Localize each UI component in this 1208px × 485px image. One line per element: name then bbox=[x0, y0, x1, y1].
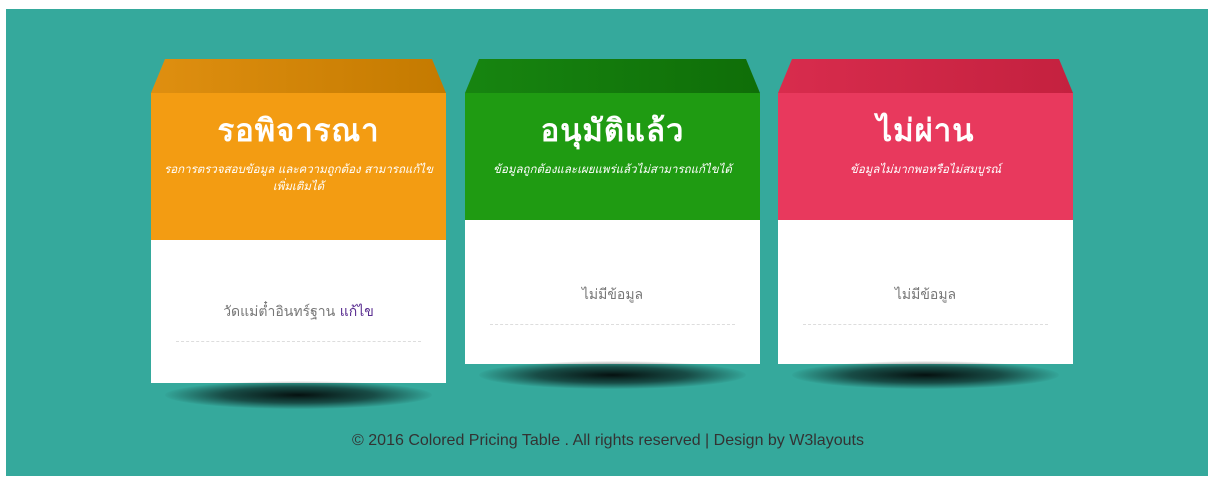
card-header: อนุมัติแล้ว ข้อมูลถูกต้องและเผยแพร่แล้วไ… bbox=[465, 93, 760, 220]
card-body: ไม่มีข้อมูล bbox=[778, 220, 1073, 364]
card-shadow bbox=[792, 361, 1059, 389]
card-shadow bbox=[479, 361, 746, 389]
card-title: อนุมัติแล้ว bbox=[540, 113, 685, 149]
card-roof bbox=[465, 59, 760, 93]
card-shadow bbox=[165, 381, 432, 409]
item-text: ไม่มีข้อมูล bbox=[581, 287, 644, 303]
card-approved: อนุมัติแล้ว ข้อมูลถูกต้องและเผยแพร่แล้วไ… bbox=[465, 59, 760, 389]
list-item: ไม่มีข้อมูล bbox=[778, 284, 1073, 324]
card-title: ไม่ผ่าน bbox=[876, 113, 975, 149]
item-text: ไม่มีข้อมูล bbox=[894, 287, 957, 303]
footer-copyright: © 2016 Colored Pricing Table . All right… bbox=[352, 432, 864, 449]
divider bbox=[176, 341, 421, 342]
card-roof bbox=[778, 59, 1073, 93]
card-body: วัดแม่ต๋ำอินทร์ฐาน แก้ไข bbox=[151, 240, 446, 383]
list-item: วัดแม่ต๋ำอินทร์ฐาน แก้ไข bbox=[151, 301, 446, 341]
card-title: รอพิจารณา bbox=[217, 113, 380, 149]
item-text: วัดแม่ต๋ำอินทร์ฐาน bbox=[223, 304, 336, 320]
card-pending: รอพิจารณา รอการตรวจสอบข้อมูล และความถูกต… bbox=[151, 59, 446, 409]
card-header: ไม่ผ่าน ข้อมูลไม่มากพอหรือไม่สมบูรณ์ bbox=[778, 93, 1073, 220]
card-description: ข้อมูลถูกต้องและเผยแพร่แล้วไม่สามารถแก้ไ… bbox=[493, 162, 732, 176]
card-header: รอพิจารณา รอการตรวจสอบข้อมูล และความถูกต… bbox=[151, 93, 446, 240]
card-roof bbox=[151, 59, 446, 93]
divider bbox=[803, 324, 1048, 325]
divider bbox=[490, 324, 735, 325]
page-background: รอพิจารณา รอการตรวจสอบข้อมูล และความถูกต… bbox=[6, 9, 1208, 476]
list-item: ไม่มีข้อมูล bbox=[465, 284, 760, 324]
edit-link[interactable]: แก้ไข bbox=[340, 304, 374, 320]
card-description: รอการตรวจสอบข้อมูล และความถูกต้อง สามารถ… bbox=[164, 162, 433, 193]
card-description: ข้อมูลไม่มากพอหรือไม่สมบูรณ์ bbox=[849, 162, 1002, 176]
card-rejected: ไม่ผ่าน ข้อมูลไม่มากพอหรือไม่สมบูรณ์ ไม่… bbox=[778, 59, 1073, 389]
card-body: ไม่มีข้อมูล bbox=[465, 220, 760, 364]
